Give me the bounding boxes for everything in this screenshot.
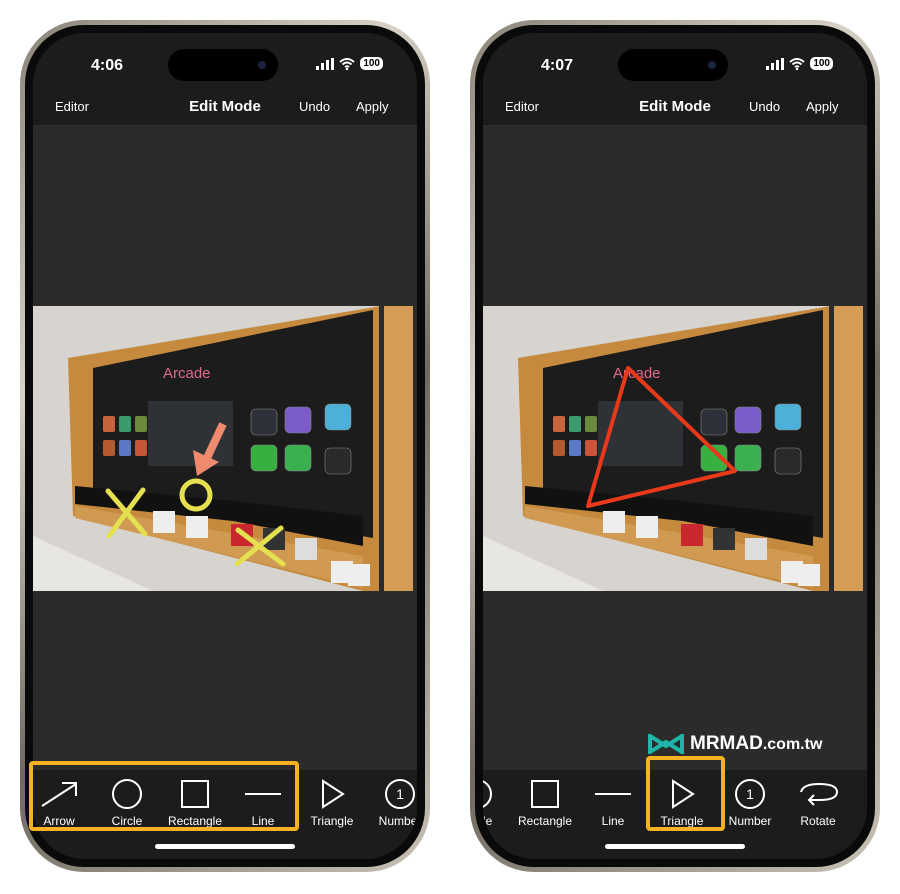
tool-number[interactable]: 1Number [366, 778, 417, 828]
tool-rotate[interactable]: Rotate [784, 778, 852, 828]
photo-canvas[interactable]: Arcade [33, 306, 413, 591]
number-icon: 1 [735, 779, 765, 809]
highlight-box [646, 756, 725, 831]
clock: 4:07 [541, 57, 574, 74]
line-icon [595, 793, 631, 795]
apply-button[interactable]: Apply [356, 99, 389, 114]
dynamic-island [168, 49, 278, 81]
arcade-sign: Arcade [613, 365, 661, 382]
phone-left: 4:06 100 Editor Edit Mode Undo Apply Arcade… [20, 20, 430, 872]
number-icon: 1 [385, 779, 415, 809]
wifi-icon [789, 57, 805, 70]
rotate-icon [800, 782, 839, 806]
signal-icon [316, 57, 335, 70]
tool-rectangle[interactable]: Rectangle [511, 778, 579, 828]
clock: 4:06 [91, 57, 124, 74]
watermark-logo: MRMAD.com.tw [648, 733, 822, 755]
status-bar: 4:06 100 Editor Edit Mode Undo Apply [33, 33, 417, 125]
tool-number[interactable]: 1Number [716, 778, 784, 828]
rectangle-icon [531, 780, 559, 808]
battery-indicator: 100 [810, 57, 833, 70]
photo-canvas[interactable]: Arcade [483, 306, 863, 591]
wifi-icon [339, 57, 355, 70]
svg-text:1: 1 [746, 786, 754, 802]
svg-text:1: 1 [396, 786, 404, 802]
triangle-icon [322, 779, 345, 809]
mrmad-logo-icon [648, 734, 684, 754]
undo-button[interactable]: Undo [749, 99, 780, 114]
signal-icon [766, 57, 785, 70]
status-bar: 4:07 100 Editor Edit Mode Undo Apply [483, 33, 867, 125]
tool-line[interactable]: Line [579, 778, 647, 828]
tool-triangle[interactable]: Triangle [298, 778, 366, 828]
circle-icon [483, 780, 492, 808]
tool-circle[interactable]: Circle [483, 778, 511, 828]
undo-button[interactable]: Undo [299, 99, 330, 114]
apply-button[interactable]: Apply [806, 99, 839, 114]
screen: 4:06 100 Editor Edit Mode Undo Apply Arcade… [33, 33, 417, 859]
battery-indicator: 100 [360, 57, 383, 70]
arcade-sign: Arcade [163, 365, 211, 382]
home-indicator [155, 844, 295, 849]
home-indicator [605, 844, 745, 849]
highlight-box [29, 761, 299, 831]
dynamic-island [618, 49, 728, 81]
